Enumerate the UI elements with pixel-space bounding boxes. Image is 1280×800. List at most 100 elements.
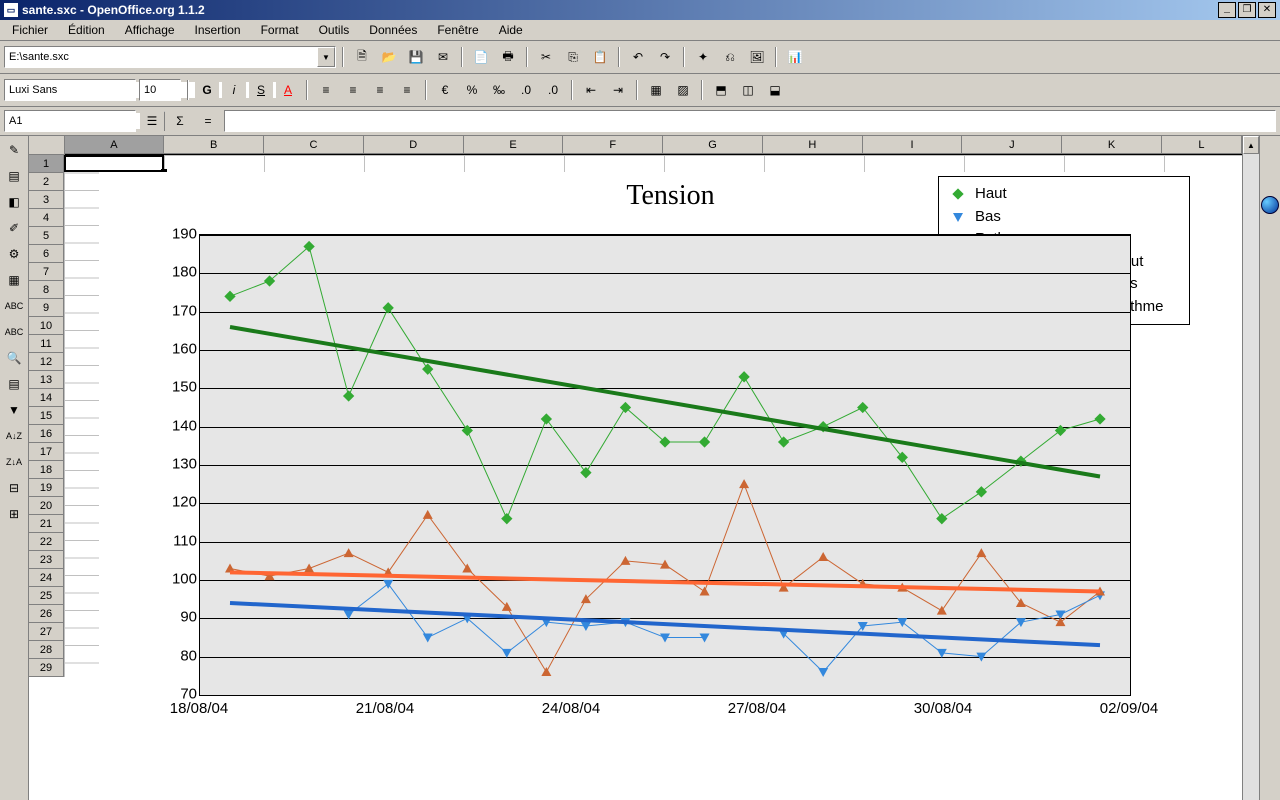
row-header[interactable]: 26	[29, 605, 64, 623]
menu-outils[interactable]: Outils	[311, 21, 358, 39]
col-header[interactable]: E	[464, 136, 564, 154]
insert-icon[interactable]: ✎	[2, 138, 26, 162]
menu-format[interactable]: Format	[253, 21, 307, 39]
cut-icon[interactable]: ✂	[534, 45, 558, 69]
underline-icon[interactable]: S	[249, 78, 273, 102]
decrease-indent-icon[interactable]: ⇤	[579, 78, 603, 102]
menu-affichage[interactable]: Affichage	[117, 21, 183, 39]
col-header[interactable]: F	[563, 136, 663, 154]
row-header[interactable]: 12	[29, 353, 64, 371]
row-header[interactable]: 6	[29, 245, 64, 263]
col-header[interactable]: A	[65, 136, 165, 154]
borders-icon[interactable]: ▦	[644, 78, 668, 102]
row-header[interactable]: 4	[29, 209, 64, 227]
row-header[interactable]: 14	[29, 389, 64, 407]
bgcolor-icon[interactable]: ▨	[671, 78, 695, 102]
cell-ref-input[interactable]	[5, 113, 155, 129]
bold-icon[interactable]: G	[195, 78, 219, 102]
menu-donnees[interactable]: Données	[361, 21, 425, 39]
col-header[interactable]: B	[164, 136, 264, 154]
align-bottom-icon[interactable]: ⬓	[763, 78, 787, 102]
theme-icon[interactable]: ▦	[2, 268, 26, 292]
sort-asc-icon[interactable]: A↓Z	[2, 424, 26, 448]
path-input[interactable]	[5, 49, 317, 65]
col-header[interactable]: I	[863, 136, 963, 154]
draw-icon[interactable]: ◧	[2, 190, 26, 214]
datapilot-icon[interactable]: ▤	[2, 372, 26, 396]
row-header[interactable]: 7	[29, 263, 64, 281]
maximize-button[interactable]: ❐	[1238, 2, 1256, 18]
italic-icon[interactable]: i	[222, 78, 246, 102]
row-header[interactable]: 29	[29, 659, 64, 677]
select-all-corner[interactable]	[29, 136, 65, 155]
row-header[interactable]: 3	[29, 191, 64, 209]
align-center-icon[interactable]: ≡	[341, 78, 365, 102]
col-header[interactable]: L	[1162, 136, 1242, 154]
row-header[interactable]: 5	[29, 227, 64, 245]
ungroup-icon[interactable]: ⊞	[2, 502, 26, 526]
remove-decimal-icon[interactable]: .0	[541, 78, 565, 102]
row-header[interactable]: 23	[29, 551, 64, 569]
redo-icon[interactable]: ↷	[653, 45, 677, 69]
chart-icon[interactable]: 📊	[783, 45, 807, 69]
cell-ref-combo[interactable]: ▼	[4, 110, 136, 132]
open-icon[interactable]: 📂	[377, 45, 401, 69]
row-header[interactable]: 22	[29, 533, 64, 551]
col-header[interactable]: G	[663, 136, 763, 154]
align-top-icon[interactable]: ⬒	[709, 78, 733, 102]
autospell-icon[interactable]: ABC	[2, 320, 26, 344]
row-header[interactable]: 28	[29, 641, 64, 659]
align-justify-icon[interactable]: ≡	[395, 78, 419, 102]
insert-cells-icon[interactable]: ▤	[2, 164, 26, 188]
sum-icon[interactable]: Σ	[168, 109, 192, 133]
menu-fenetre[interactable]: Fenêtre	[429, 21, 486, 39]
row-header[interactable]: 2	[29, 173, 64, 191]
row-header[interactable]: 19	[29, 479, 64, 497]
row-header[interactable]: 17	[29, 443, 64, 461]
menu-fichier[interactable]: Fichier	[4, 21, 56, 39]
spellcheck-icon[interactable]: ABC	[2, 294, 26, 318]
dropdown-arrow-icon[interactable]: ▼	[317, 47, 335, 67]
save-icon[interactable]: 💾	[404, 45, 428, 69]
embedded-chart[interactable]: Tension Haut Bas Rythme Régression linéa…	[99, 172, 1242, 677]
row-header[interactable]: 9	[29, 299, 64, 317]
row-header[interactable]: 10	[29, 317, 64, 335]
sort-desc-icon[interactable]: Z↓A	[2, 450, 26, 474]
minimize-button[interactable]: _	[1218, 2, 1236, 18]
menu-aide[interactable]: Aide	[491, 21, 531, 39]
autofilter-icon[interactable]: ▼	[2, 398, 26, 422]
row-header[interactable]: 11	[29, 335, 64, 353]
align-left-icon[interactable]: ≡	[314, 78, 338, 102]
font-combo[interactable]: ▼	[4, 79, 136, 101]
font-input[interactable]	[5, 82, 155, 98]
path-combo[interactable]: ▼	[4, 46, 336, 68]
form-icon[interactable]: ✐	[2, 216, 26, 240]
find-icon[interactable]: 🔍	[2, 346, 26, 370]
navigator-icon[interactable]: ✦	[691, 45, 715, 69]
increase-indent-icon[interactable]: ⇥	[606, 78, 630, 102]
undo-icon[interactable]: ↶	[626, 45, 650, 69]
col-header[interactable]: K	[1062, 136, 1162, 154]
mail-icon[interactable]: ✉	[431, 45, 455, 69]
spreadsheet-area[interactable]: A B C D E F G H I J K L 1234567891011121…	[29, 136, 1242, 800]
percent-icon[interactable]: %	[460, 78, 484, 102]
row-header[interactable]: 8	[29, 281, 64, 299]
col-header[interactable]: H	[763, 136, 863, 154]
stylist-icon[interactable]: ⎌	[718, 45, 742, 69]
edit-doc-icon[interactable]: 📄	[469, 45, 493, 69]
col-header[interactable]: J	[962, 136, 1062, 154]
scroll-up-icon[interactable]: ▲	[1243, 136, 1259, 154]
row-header[interactable]: 25	[29, 587, 64, 605]
menu-insertion[interactable]: Insertion	[187, 21, 249, 39]
function-wizard-icon[interactable]: ☰	[140, 109, 164, 133]
col-header[interactable]: C	[264, 136, 364, 154]
row-header[interactable]: 13	[29, 371, 64, 389]
font-color-icon[interactable]: A	[276, 78, 300, 102]
row-header[interactable]: 27	[29, 623, 64, 641]
copy-icon[interactable]: ⎘	[561, 45, 585, 69]
row-header[interactable]: 18	[29, 461, 64, 479]
currency-icon[interactable]: €	[433, 78, 457, 102]
standard-format-icon[interactable]: ‰	[487, 78, 511, 102]
gallery-icon[interactable]: 🖼	[745, 45, 769, 69]
close-button[interactable]: ✕	[1258, 2, 1276, 18]
